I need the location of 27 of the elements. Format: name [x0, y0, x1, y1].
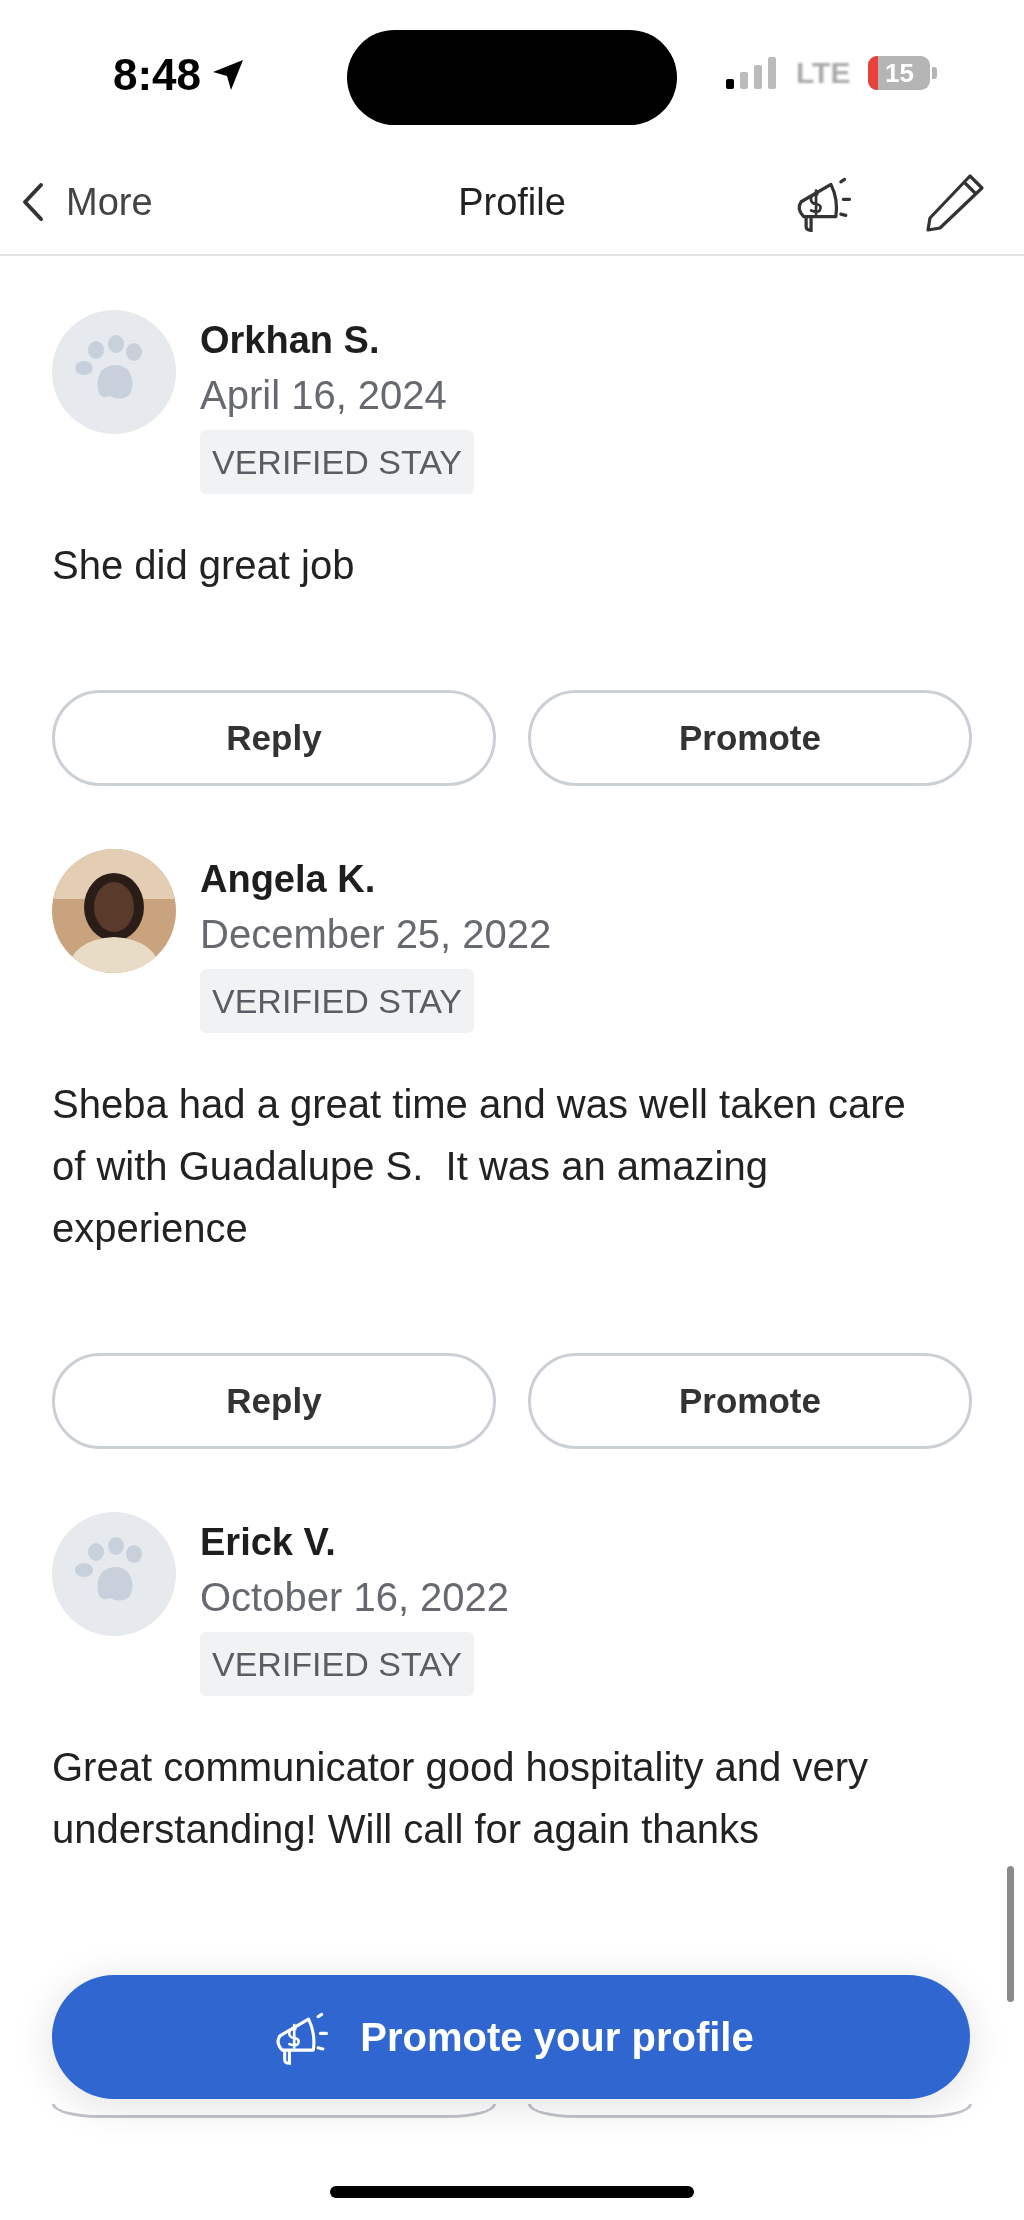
reply-button[interactable]: Reply	[52, 690, 496, 786]
location-arrow-icon	[211, 58, 246, 92]
reviewer-name: Erick V.	[200, 1520, 336, 1565]
back-icon	[22, 182, 44, 222]
review-text: She did great job	[52, 542, 356, 589]
review-date: December 25, 2022	[200, 911, 552, 958]
status-time: 8:48	[113, 50, 202, 100]
back-button[interactable]: More	[22, 180, 153, 224]
verified-badge: VERIFIED STAY	[200, 430, 474, 494]
page-title: Profile	[458, 180, 566, 223]
pencil-icon[interactable]	[924, 172, 986, 234]
review-text: Sheba had a great time and was well taken care of with Guadalupe S. It was an amazing experience	[52, 1081, 907, 1252]
battery-tip-icon	[932, 67, 938, 79]
promote-button[interactable]: Promote	[528, 690, 972, 786]
reviewer-name: Orkhan S.	[200, 318, 380, 363]
promote-button[interactable]: Promote	[528, 1353, 972, 1449]
review-date: April 16, 2024	[200, 372, 447, 419]
battery-icon: 15	[868, 56, 931, 90]
network-label: LTE	[796, 56, 851, 90]
promote-profile-button[interactable]: Promote your profile	[52, 1975, 970, 2099]
verified-badge: VERIFIED STAY	[200, 969, 474, 1033]
reply-button[interactable]: Reply	[52, 1353, 496, 1449]
review-date: October 16, 2022	[200, 1574, 510, 1621]
reviewer-name: Angela K.	[200, 857, 376, 902]
verified-badge: VERIFIED STAY	[200, 1632, 474, 1696]
signal-icon	[726, 57, 778, 89]
review-text: Great communicator good hospitality and very understanding! Will call for again thanks	[52, 1744, 869, 1853]
